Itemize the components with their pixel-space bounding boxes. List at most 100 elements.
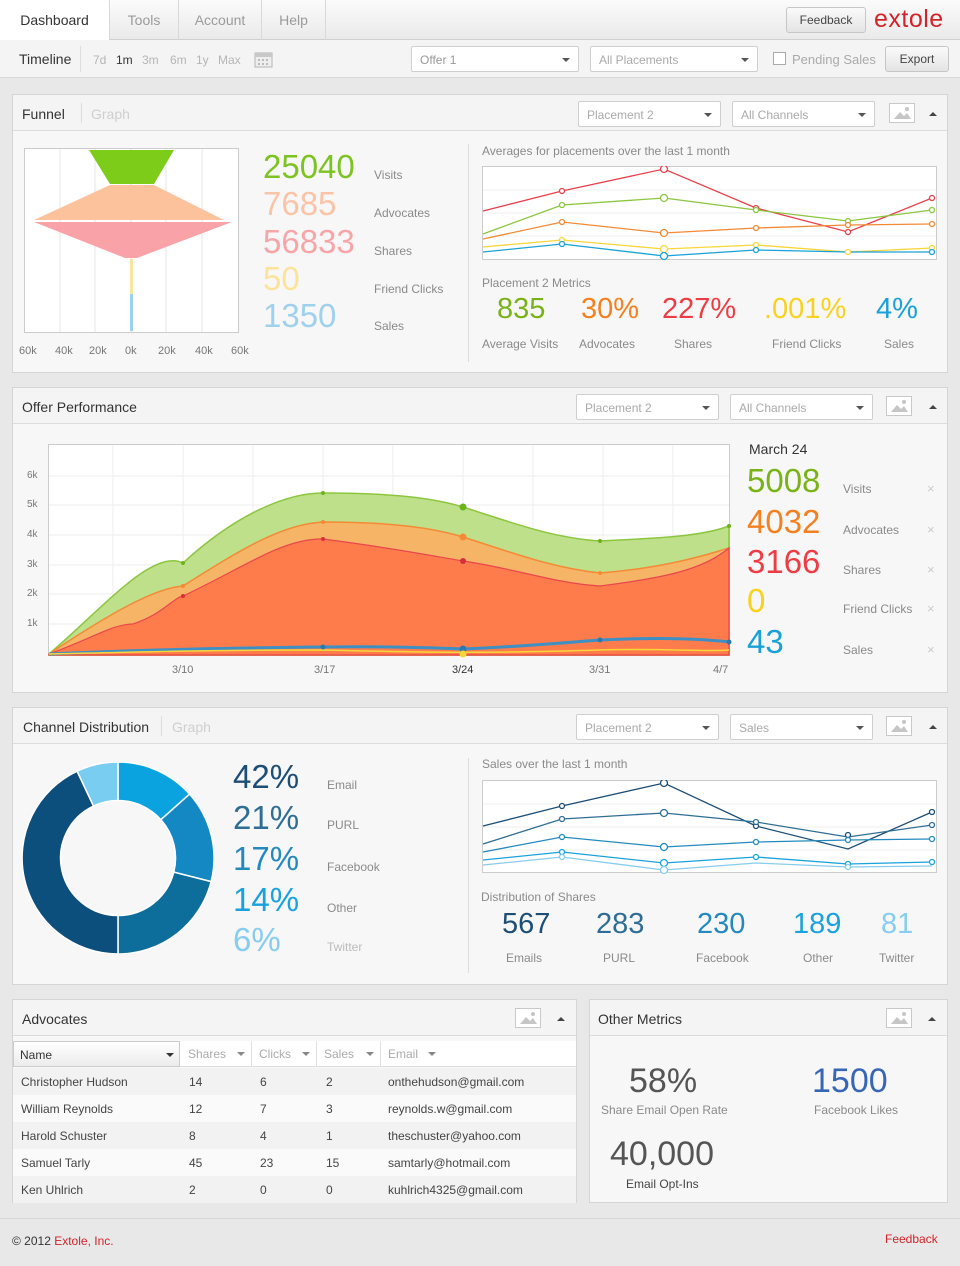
collapse-icon[interactable]	[929, 405, 937, 409]
channel-metric-select[interactable]: Sales	[730, 714, 873, 740]
chevron-down-icon	[702, 726, 710, 730]
range-7d[interactable]: 7d	[93, 53, 106, 67]
funnel-graph-tab[interactable]: Graph	[91, 106, 130, 122]
copyright: © 2012 Extole, Inc.	[12, 1234, 114, 1248]
image-export-icon[interactable]	[886, 1008, 912, 1028]
tab-account[interactable]: Account	[179, 0, 262, 40]
x-tick: 3/10	[172, 664, 194, 676]
channel-other-label: Other	[327, 901, 358, 915]
channel-title[interactable]: Channel Distribution	[23, 719, 149, 735]
offer-advocates-value: 4032	[747, 503, 821, 540]
pm-advocates-label: Advocates	[579, 337, 636, 351]
advocates-table-header: Name Shares Clicks Sales Email	[13, 1041, 576, 1067]
collapse-icon[interactable]	[928, 1017, 936, 1021]
channel-donut-chart	[22, 762, 214, 954]
offer-placement-select[interactable]: Placement 2	[576, 394, 719, 420]
funnel-title[interactable]: Funnel	[22, 106, 65, 122]
pm-shares-label: Shares	[674, 337, 713, 351]
image-export-icon[interactable]	[515, 1008, 541, 1028]
collapse-icon[interactable]	[557, 1017, 565, 1021]
sales-chart-title: Sales over the last 1 month	[482, 757, 628, 771]
advocates-panel: Advocates Name Shares Clicks Sales Email…	[12, 999, 577, 1203]
extole-logo[interactable]: extole	[874, 5, 944, 34]
remove-series-icon[interactable]: ×	[927, 522, 935, 537]
other-header: Other Metrics	[590, 1000, 947, 1036]
company-link[interactable]: Extole, Inc.	[54, 1234, 113, 1248]
divider	[81, 103, 82, 123]
chevron-down-icon	[237, 1052, 245, 1056]
dist-facebook-label: Facebook	[696, 951, 749, 965]
x-tick: 4/7	[713, 664, 729, 676]
feedback-button[interactable]: Feedback	[786, 7, 866, 33]
distribution-values: 567 283 230 189 81	[482, 908, 938, 948]
offer-channels-select[interactable]: All Channels	[730, 394, 873, 420]
funnel-axis-label: 60k	[19, 345, 37, 357]
table-row[interactable]: Ken Uhlrich 2 0 0 kuhlrich4325@gmail.com	[13, 1176, 576, 1203]
column-clicks[interactable]: Clicks	[253, 1041, 317, 1067]
x-tick-selected[interactable]: 3/24	[452, 664, 473, 676]
collapse-icon[interactable]	[929, 725, 937, 729]
footer-feedback-link[interactable]: Feedback	[885, 1232, 938, 1246]
channel-placement-select[interactable]: Placement 2	[576, 714, 719, 740]
chevron-down-icon	[702, 406, 710, 410]
pm-sales-label: Sales	[884, 337, 915, 351]
tab-tools[interactable]: Tools	[110, 0, 179, 40]
remove-series-icon[interactable]: ×	[927, 601, 935, 616]
range-1m[interactable]: 1m	[116, 53, 133, 67]
range-1y[interactable]: 1y	[196, 53, 209, 67]
chevron-down-icon	[562, 58, 570, 62]
column-name[interactable]: Name	[13, 1041, 180, 1067]
table-row[interactable]: Christopher Hudson 14 6 2 onthehudson@gmail.…	[13, 1068, 576, 1095]
placements-select[interactable]: All Placements	[590, 46, 758, 72]
advocates-header: Advocates	[13, 1000, 576, 1036]
column-email[interactable]: Email	[382, 1041, 576, 1067]
divider	[161, 716, 162, 736]
image-export-icon[interactable]	[886, 716, 912, 736]
range-max[interactable]: Max	[218, 53, 241, 67]
remove-series-icon[interactable]: ×	[927, 481, 935, 496]
funnel-axis-label: 20k	[89, 345, 107, 357]
offer-area-chart	[48, 444, 732, 658]
image-export-icon[interactable]	[886, 396, 912, 416]
divider	[468, 144, 469, 362]
offer-select[interactable]: Offer 1	[411, 46, 579, 72]
pending-sales-checkbox[interactable]	[773, 52, 786, 65]
pm-shares-value: 227%	[662, 293, 737, 325]
timeline-bar: Timeline 7d 1m 3m 6m 1y Max Offer 1 All …	[0, 40, 960, 78]
timeline-label: Timeline	[19, 51, 72, 67]
funnel-channels-select[interactable]: All Channels	[732, 101, 875, 127]
funnel-placement-select[interactable]: Placement 2	[578, 101, 721, 127]
channel-email-label: Email	[327, 778, 358, 792]
image-export-icon[interactable]	[889, 103, 915, 123]
pm-average-visits-value: 835	[497, 293, 546, 325]
facebook-likes-label: Facebook Likes	[814, 1103, 899, 1117]
table-row[interactable]: Harold Schuster 8 4 1 theschuster@yahoo.com	[13, 1122, 576, 1149]
tab-dashboard[interactable]: Dashboard	[0, 0, 110, 40]
table-row[interactable]: Samuel Tarly 45 23 15 samtarly@hotmail.com	[13, 1149, 576, 1176]
column-shares[interactable]: Shares	[182, 1041, 252, 1067]
range-3m[interactable]: 3m	[142, 53, 159, 67]
offer-friend-clicks-label: Friend Clicks	[843, 602, 913, 616]
pm-advocates-value: 30%	[581, 293, 640, 325]
column-sales[interactable]: Sales	[318, 1041, 381, 1067]
funnel-shares-label: Shares	[374, 244, 413, 258]
averages-title: Averages for placements over the last 1 …	[482, 144, 730, 158]
dist-emails-label: Emails	[506, 951, 543, 965]
channel-email-value: 42%	[233, 758, 300, 795]
offer-visits-label: Visits	[843, 482, 872, 496]
channel-graph-tab[interactable]: Graph	[172, 719, 211, 735]
channel-purl-value: 21%	[233, 799, 300, 836]
table-row[interactable]: William Reynolds 12 7 3 reynolds.w@gmail.com	[13, 1095, 576, 1122]
remove-series-icon[interactable]: ×	[927, 562, 935, 577]
funnel-axis-label: 0k	[125, 345, 137, 357]
remove-series-icon[interactable]: ×	[927, 642, 935, 657]
chevron-down-icon	[856, 406, 864, 410]
email-opt-ins-value: 40,000	[610, 1135, 714, 1173]
other-metrics-title: Other Metrics	[598, 1011, 683, 1027]
export-button[interactable]: Export	[885, 46, 949, 72]
range-6m[interactable]: 6m	[170, 53, 187, 67]
collapse-icon[interactable]	[929, 112, 937, 116]
tab-help[interactable]: Help	[262, 0, 326, 40]
pending-sales-label: Pending Sales	[792, 52, 876, 67]
calendar-icon[interactable]	[254, 50, 273, 68]
